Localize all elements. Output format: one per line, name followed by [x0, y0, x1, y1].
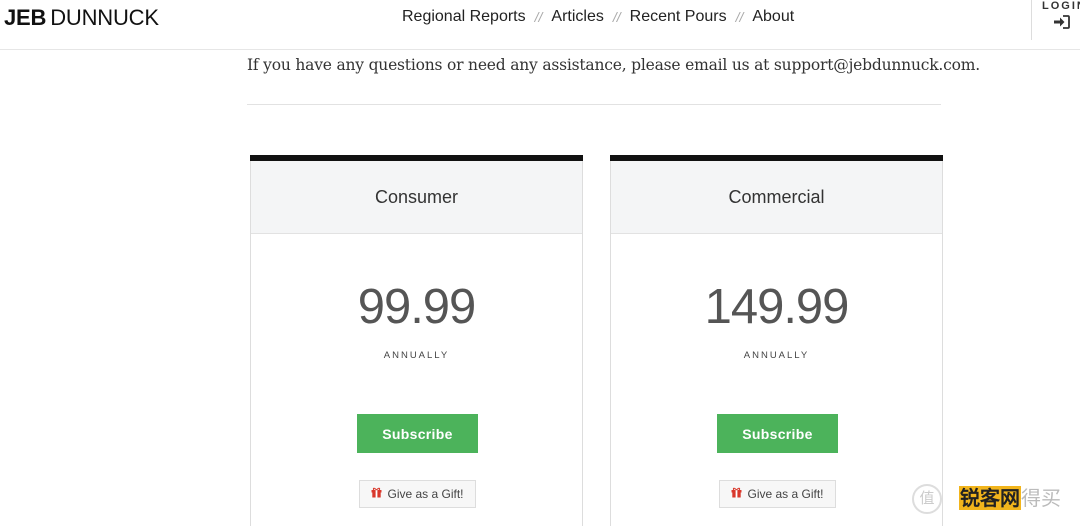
support-message: If you have any questions or need any as… [247, 56, 980, 74]
watermark-faded: 得买 [1021, 486, 1061, 510]
logo-bold: JEB [4, 5, 47, 30]
gift-button[interactable]: Give as a Gift! [719, 480, 836, 508]
login-label: LOGIN [1042, 0, 1080, 12]
site-logo[interactable]: JEB DUNNUCK [4, 5, 159, 31]
gift-label: Give as a Gift! [387, 487, 464, 501]
plan-price: 99.99 [357, 280, 477, 334]
nav-recent-pours[interactable]: Recent Pours [630, 8, 727, 26]
watermark-highlight: 锐客网 [959, 486, 1021, 510]
nav-articles[interactable]: Articles [551, 8, 603, 26]
plan-card-consumer: Consumer 99.99 ANNUALLY Subscribe Give a… [250, 155, 583, 526]
section-divider [247, 104, 941, 105]
nav-separator: // [534, 9, 543, 25]
subscribe-button[interactable]: Subscribe [717, 414, 838, 453]
plan-price: 149.99 [704, 280, 850, 334]
nav-about[interactable]: About [752, 8, 794, 26]
watermark: 值 锐客网得买 [912, 478, 1080, 526]
subscribe-button[interactable]: Subscribe [357, 414, 478, 453]
plan-title: Commercial [611, 161, 942, 234]
watermark-text: 锐客网得买 [959, 482, 1061, 511]
gift-button[interactable]: Give as a Gift! [359, 480, 476, 508]
gift-icon [371, 487, 382, 501]
nav-separator: // [612, 9, 621, 25]
nav-regional-reports[interactable]: Regional Reports [402, 8, 526, 26]
plan-period: ANNUALLY [383, 350, 450, 361]
watermark-circle: 值 [912, 484, 942, 514]
login-button[interactable]: LOGIN [1031, 0, 1080, 40]
gift-label: Give as a Gift! [747, 487, 824, 501]
sign-in-icon [1054, 15, 1080, 34]
plan-card-commercial: Commercial 149.99 ANNUALLY Subscribe Giv… [610, 155, 943, 526]
plan-period: ANNUALLY [743, 350, 810, 361]
logo-light: DUNNUCK [50, 5, 159, 30]
nav-separator: // [735, 9, 744, 25]
site-header: JEB DUNNUCK Regional Reports // Articles … [0, 0, 1080, 50]
main-nav: Regional Reports // Articles // Recent P… [402, 8, 794, 26]
plan-title: Consumer [251, 161, 582, 234]
gift-icon [731, 487, 742, 501]
